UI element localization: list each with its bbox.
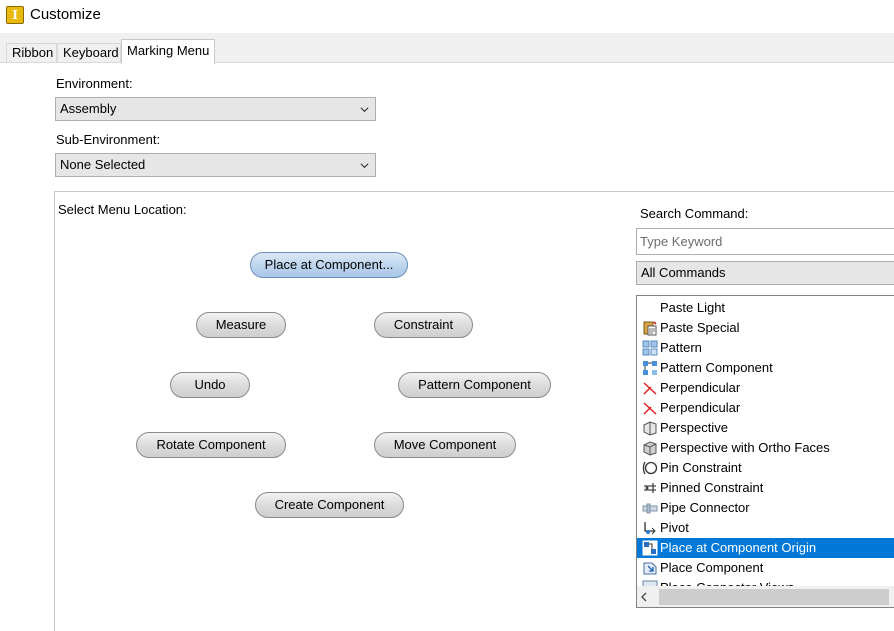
pivot-icon xyxy=(644,522,656,535)
tab-marking-menu[interactable]: Marking Menu xyxy=(121,39,215,64)
list-item[interactable]: Perspective xyxy=(637,418,894,438)
list-item[interactable]: Paste Special xyxy=(637,318,894,338)
perspective-ortho-icon xyxy=(643,441,657,456)
environment-label: Environment: xyxy=(56,76,133,91)
paste-special-icon xyxy=(643,321,657,336)
list-item[interactable]: Place at Component Origin xyxy=(637,538,894,558)
command-filter-dropdown[interactable]: All Commands xyxy=(636,261,894,285)
scrollbar-thumb[interactable] xyxy=(659,589,889,605)
menu-location-label: Select Menu Location: xyxy=(58,202,187,217)
environment-dropdown[interactable]: Assembly xyxy=(55,97,376,121)
app-logo-icon: I xyxy=(6,6,24,24)
command-list[interactable]: Paste Light Paste Special Pattern Patter… xyxy=(636,295,894,608)
pattern-component-icon xyxy=(643,361,657,375)
title-bar: I Customize xyxy=(0,0,894,30)
list-item[interactable]: Paste Light xyxy=(637,298,894,318)
pinned-constraint-icon xyxy=(644,483,656,493)
menu-slot-northeast[interactable]: Constraint xyxy=(374,312,473,338)
list-item[interactable]: Pinned Constraint xyxy=(637,478,894,498)
list-item[interactable]: Pattern xyxy=(637,338,894,358)
perpendicular-icon xyxy=(643,382,657,395)
chevron-down-icon xyxy=(360,107,369,113)
pipe-connector-icon xyxy=(642,503,658,514)
environment-value: Assembly xyxy=(60,101,117,116)
horizontal-scrollbar[interactable] xyxy=(637,586,894,607)
search-input[interactable] xyxy=(636,228,894,255)
tab-keyboard[interactable]: Keyboard xyxy=(57,43,121,63)
perspective-icon xyxy=(643,421,657,436)
list-item[interactable]: Pipe Connector xyxy=(637,498,894,518)
sub-environment-label: Sub-Environment: xyxy=(56,132,161,147)
list-item[interactable]: Place Component xyxy=(637,558,894,578)
list-item[interactable]: Pivot xyxy=(637,518,894,538)
tab-ribbon[interactable]: Ribbon xyxy=(6,43,57,63)
menu-slot-southwest[interactable]: Rotate Component xyxy=(136,432,286,458)
menu-slot-north[interactable]: Place at Component... xyxy=(250,252,408,278)
menu-slot-west[interactable]: Undo xyxy=(170,372,250,398)
window-title: Customize xyxy=(30,6,101,23)
list-item[interactable]: Perpendicular xyxy=(637,378,894,398)
list-item[interactable]: Place Connector Views xyxy=(637,578,894,586)
sub-environment-dropdown[interactable]: None Selected xyxy=(55,153,376,177)
pattern-icon xyxy=(642,340,658,356)
menu-slot-east[interactable]: Pattern Component xyxy=(398,372,551,398)
menu-slot-southeast[interactable]: Move Component xyxy=(374,432,516,458)
list-item[interactable]: Pin Constraint xyxy=(637,458,894,478)
chevron-down-icon xyxy=(360,163,369,169)
place-component-icon xyxy=(643,562,657,575)
place-origin-icon xyxy=(642,540,658,556)
sub-environment-value: None Selected xyxy=(60,157,146,172)
chevron-left-icon[interactable] xyxy=(640,592,648,602)
menu-slot-northwest[interactable]: Measure xyxy=(196,312,286,338)
tab-strip: Ribbon Keyboard Marking Menu xyxy=(0,33,894,64)
command-filter-value: All Commands xyxy=(641,265,726,280)
perpendicular-icon xyxy=(643,402,657,415)
list-item[interactable]: Perpendicular xyxy=(637,398,894,418)
list-item[interactable]: Perspective with Ortho Faces xyxy=(637,438,894,458)
menu-slot-south[interactable]: Create Component xyxy=(255,492,404,518)
search-command-label: Search Command: xyxy=(640,206,749,221)
list-item[interactable]: Pattern Component xyxy=(637,358,894,378)
pin-constraint-icon xyxy=(642,461,658,475)
